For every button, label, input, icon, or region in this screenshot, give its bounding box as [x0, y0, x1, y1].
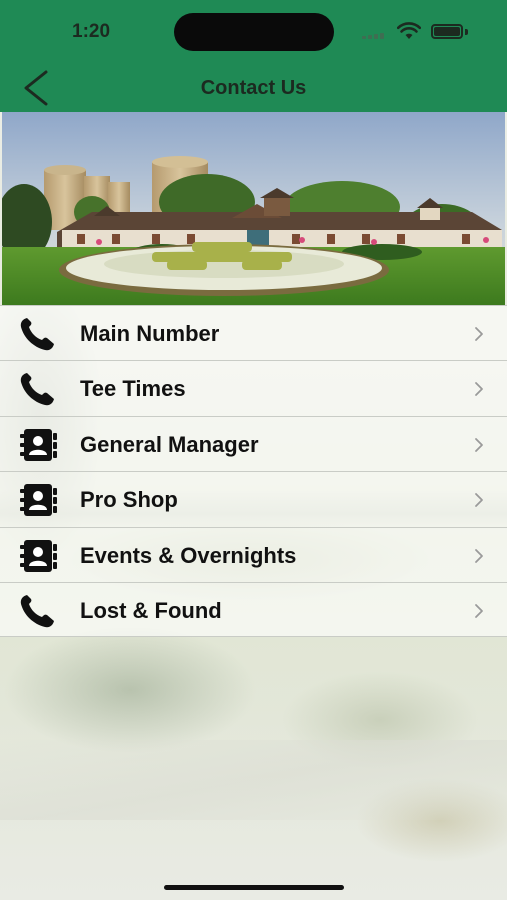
dynamic-island: [174, 13, 334, 51]
chevron-right-icon: [475, 604, 483, 618]
phone-icon: [20, 318, 55, 351]
contact-row-pro-shop[interactable]: Pro Shop: [0, 471, 507, 527]
status-time: 1:20: [72, 21, 111, 42]
background-fairway: [0, 740, 507, 820]
contact-label: Lost & Found: [80, 597, 222, 623]
contact-row-events-overnights[interactable]: Events & Overnights: [0, 526, 507, 582]
contact-book-icon: [20, 428, 57, 461]
contact-list: Main Number Tee Times General Manager Pr…: [0, 305, 507, 638]
page-title: Contact Us: [200, 77, 307, 99]
phone-icon: [20, 373, 55, 406]
chevron-right-icon: [475, 548, 483, 563]
contact-label: Events & Overnights: [80, 542, 297, 568]
contact-row-main-number[interactable]: Main Number: [0, 305, 507, 361]
contact-label: Tee Times: [80, 376, 186, 402]
battery-cap: [465, 29, 468, 35]
contact-row-lost-found[interactable]: Lost & Found: [0, 581, 507, 638]
nav-header: 1:20 Contact Us: [0, 0, 507, 112]
contact-label: General Manager: [80, 431, 259, 457]
battery-icon: [431, 24, 463, 39]
contact-row-general-manager[interactable]: General Manager: [0, 415, 507, 472]
contact-book-icon: [20, 539, 57, 572]
home-indicator[interactable]: [164, 885, 344, 890]
cellular-signal-icon: [362, 31, 388, 39]
chevron-right-icon: [475, 437, 483, 452]
wifi-icon: [397, 22, 421, 39]
contact-label: Main Number: [80, 321, 220, 346]
phone-icon: [20, 594, 55, 628]
chevron-right-icon: [475, 327, 483, 341]
chevron-right-icon: [475, 382, 483, 397]
contact-label: Pro Shop: [80, 487, 178, 513]
contact-book-icon: [20, 484, 57, 517]
chevron-right-icon: [475, 493, 483, 508]
contact-row-tee-times[interactable]: Tee Times: [0, 360, 507, 416]
clubhouse-photo: [2, 112, 505, 305]
